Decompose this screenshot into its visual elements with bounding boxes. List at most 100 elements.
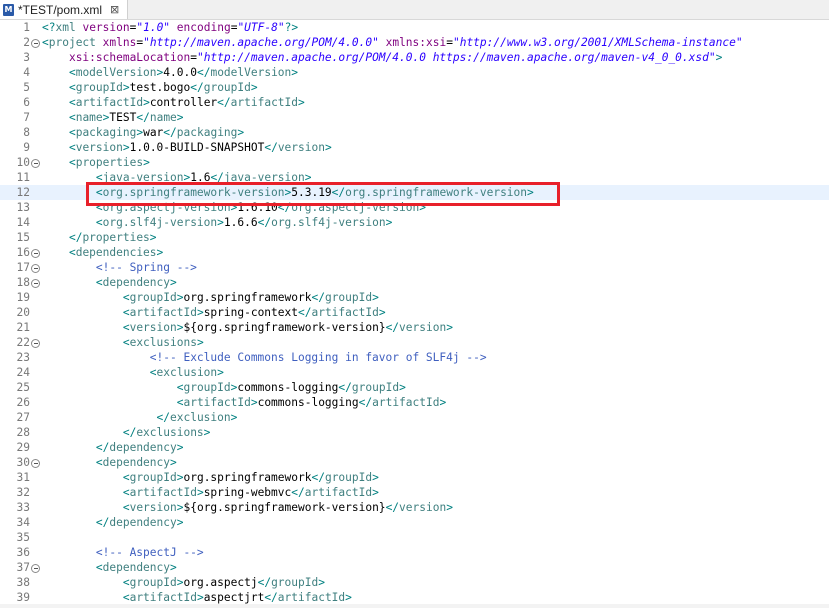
code-line[interactable]: 19 <groupId>org.springframework</groupId… — [0, 290, 829, 305]
code-token: < — [68, 156, 76, 169]
code-token: groupId — [203, 81, 251, 94]
code-token: "UTF-8" — [237, 21, 285, 34]
code-line[interactable]: 24 <exclusion> — [0, 365, 829, 380]
code-line[interactable]: 35 — [0, 530, 829, 545]
code-line[interactable]: 23 <!-- Exclude Commons Logging in favor… — [0, 350, 829, 365]
code-token: > — [372, 471, 379, 484]
code-line[interactable]: 7 <name>TEST</name> — [0, 110, 829, 125]
code-token: <!-- Exclude Commons Logging in favor of… — [149, 351, 487, 364]
horizontal-scrollbar[interactable] — [0, 604, 829, 608]
code-token: < — [122, 501, 130, 514]
code-line[interactable]: 10 <properties> — [0, 155, 829, 170]
tab-pom-xml[interactable]: M *TEST/pom.xml ⊠ — [0, 0, 128, 19]
code-token: > — [196, 336, 204, 349]
line-number: 33 — [16, 501, 30, 514]
code-token: < — [122, 291, 130, 304]
line-number: 7 — [23, 111, 30, 124]
fold-toggle-icon[interactable] — [31, 249, 40, 258]
fold-toggle-icon[interactable] — [31, 159, 40, 168]
code-token: </ — [190, 81, 204, 94]
fold-toggle-icon[interactable] — [31, 459, 40, 468]
code-text: </exclusions> — [42, 425, 211, 440]
code-token: artifactId — [230, 96, 299, 109]
code-line[interactable]: 34 </dependency> — [0, 515, 829, 530]
code-token: dependencies — [75, 246, 157, 259]
code-token: spring-webmvc — [203, 486, 292, 499]
fold-toggle-icon[interactable] — [31, 264, 40, 273]
code-token: ?> — [284, 21, 299, 34]
code-token: groupId — [129, 471, 177, 484]
code-token: > — [170, 276, 177, 289]
code-text: </dependency> — [42, 440, 184, 455]
code-token: </ — [311, 471, 325, 484]
code-line[interactable]: 8 <packaging>war</packaging> — [0, 125, 829, 140]
code-token: > — [217, 366, 224, 379]
fold-toggle-icon[interactable] — [31, 339, 40, 348]
code-line[interactable]: 14 <org.slf4j-version>1.6.6</org.slf4j-v… — [0, 215, 829, 230]
code-line[interactable]: 4 <modelVersion>4.0.0</modelVersion> — [0, 65, 829, 80]
code-line[interactable]: 38 <groupId>org.aspectj</groupId> — [0, 575, 829, 590]
code-token: < — [95, 276, 103, 289]
code-line[interactable]: 5 <groupId>test.bogo</groupId> — [0, 80, 829, 95]
code-line[interactable]: 27 </exclusion> — [0, 410, 829, 425]
code-text: <groupId>org.springframework</groupId> — [42, 470, 379, 485]
fold-toggle-icon[interactable] — [31, 279, 40, 288]
code-line[interactable]: 25 <groupId>commons-logging</groupId> — [0, 380, 829, 395]
code-token: dependency — [109, 441, 177, 454]
code-token: "http://maven.apache.org/POM/4.0.0 https… — [196, 51, 716, 64]
code-token: version — [399, 321, 447, 334]
line-number: 36 — [16, 546, 30, 559]
code-line[interactable]: 3 xsi:schemaLocation="http://maven.apach… — [0, 50, 829, 65]
code-line[interactable]: 6 <artifactId>controller</artifactId> — [0, 95, 829, 110]
code-line[interactable]: 18 <dependency> — [0, 275, 829, 290]
code-text: <name>TEST</name> — [42, 110, 184, 125]
code-line[interactable]: 15 </properties> — [0, 230, 829, 245]
code-line[interactable]: 2 <project xmlns = "http://maven.apache.org… — [0, 35, 829, 50]
code-line[interactable]: 39 <artifactId>aspectjrt</artifactId> — [0, 590, 829, 605]
xml-source-editor[interactable]: 1 <?xml version="1.0" encoding="UTF-8"?> 2… — [0, 20, 829, 608]
code-line[interactable]: 33 <version>${org.springframework-versio… — [0, 500, 829, 515]
code-token: version — [277, 141, 325, 154]
code-line[interactable]: 29 </dependency> — [0, 440, 829, 455]
code-line[interactable]: 9 <version>1.0.0-BUILD-SNAPSHOT</version… — [0, 140, 829, 155]
code-token: 1.0.0-BUILD-SNAPSHOT — [129, 141, 265, 154]
code-token: > — [399, 381, 406, 394]
code-text: <modelVersion>4.0.0</modelVersion> — [42, 65, 298, 80]
code-token: = — [190, 51, 197, 64]
code-token: </ — [257, 576, 272, 589]
code-line[interactable]: 26 <artifactId>commons-logging</artifact… — [0, 395, 829, 410]
fold-toggle-icon[interactable] — [31, 39, 40, 48]
code-token: </ — [122, 426, 137, 439]
code-text: <artifactId>spring-webmvc</artifactId> — [42, 485, 379, 500]
code-line[interactable]: 32 <artifactId>spring-webmvc</artifactId… — [0, 485, 829, 500]
code-line[interactable]: 30 <dependency> — [0, 455, 829, 470]
code-token: > — [196, 591, 204, 604]
code-line[interactable]: 16 <dependencies> — [0, 245, 829, 260]
code-token: spring-context — [203, 306, 298, 319]
line-number: 23 — [16, 351, 30, 364]
editor-tab-bar: M *TEST/pom.xml ⊠ — [0, 0, 829, 20]
code-line[interactable]: 1 <?xml version="1.0" encoding="UTF-8"?> — [0, 20, 829, 35]
code-line[interactable]: 28 </exclusions> — [0, 425, 829, 440]
code-token: groupId — [129, 576, 177, 589]
code-token: </ — [136, 111, 150, 124]
line-number: 9 — [23, 141, 30, 154]
code-text: <artifactId>commons-logging</artifactId> — [42, 395, 447, 410]
code-line[interactable]: 21 <version>${org.springframework-versio… — [0, 320, 829, 335]
code-line[interactable]: 31 <groupId>org.springframework</groupId… — [0, 470, 829, 485]
code-text: <project xmlns = "http://maven.apache.org/… — [42, 35, 743, 50]
code-token: "http://maven.apache.org/POM/4.0.0" — [143, 36, 379, 49]
code-line[interactable]: 36 <!-- AspectJ --> — [0, 545, 829, 560]
code-token: org.slf4j-version — [271, 216, 386, 229]
code-token: </ — [217, 96, 231, 109]
code-line[interactable]: 20 <artifactId>spring-context</artifactI… — [0, 305, 829, 320]
code-line[interactable]: 17 <!-- Spring --> — [0, 260, 829, 275]
code-line[interactable]: 37 <dependency> — [0, 560, 829, 575]
code-text: <!-- Exclude Commons Logging in favor of… — [42, 350, 487, 365]
code-line[interactable]: 22 <exclusions> — [0, 335, 829, 350]
code-token: < — [42, 36, 49, 49]
code-token: < — [95, 216, 103, 229]
code-text: <version>1.0.0-BUILD-SNAPSHOT</version> — [42, 140, 332, 155]
close-icon[interactable]: ⊠ — [110, 3, 119, 16]
fold-toggle-icon[interactable] — [31, 564, 40, 573]
